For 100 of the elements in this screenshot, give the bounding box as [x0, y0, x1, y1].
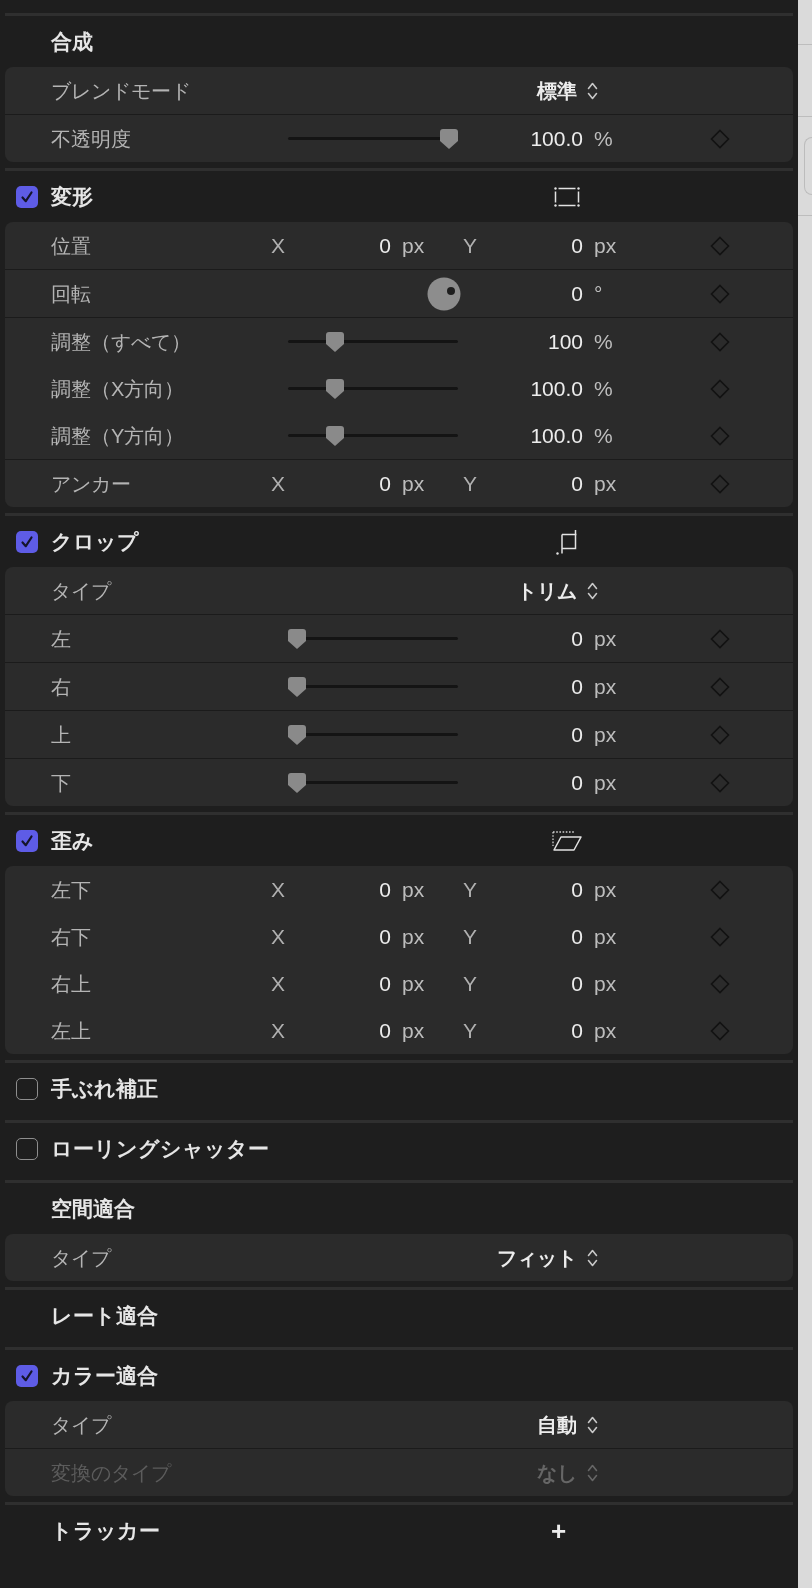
parameter-label: 右上 [51, 971, 92, 997]
value-field[interactable]: 0 [483, 1014, 583, 1047]
slider-track[interactable] [288, 772, 458, 793]
section-title: 変形 [51, 183, 94, 210]
checkbox[interactable] [16, 185, 38, 208]
parameter-label: タイプ [51, 1412, 113, 1438]
value-field[interactable]: 0 [458, 766, 583, 799]
value-field[interactable]: 100.0 [458, 122, 583, 155]
popup-button[interactable]: トリム [517, 575, 598, 606]
section-title: クロップ [51, 528, 140, 555]
unit-label: px [594, 970, 618, 997]
checkbox[interactable] [16, 530, 38, 553]
value-field[interactable]: 0 [291, 1014, 391, 1047]
checkmark-icon [20, 833, 34, 848]
unit-label: px [594, 673, 618, 700]
slider-thumb[interactable] [288, 628, 306, 649]
slider-thumb[interactable] [288, 724, 306, 745]
parallelogram-icon[interactable] [552, 829, 582, 852]
axis-label: X [271, 923, 286, 950]
section-title: ローリングシャッター [51, 1135, 270, 1162]
slider-thumb[interactable] [440, 128, 458, 149]
unit-label: px [594, 1017, 618, 1044]
unit-label: px [402, 1017, 426, 1044]
unit-label: % [594, 328, 614, 355]
chevron-up-down-icon [587, 1414, 598, 1435]
axis-label: X [271, 232, 286, 259]
checkmark-icon [20, 1368, 34, 1383]
unit-label: px [402, 923, 426, 950]
parameter-label: 右下 [51, 924, 92, 950]
parameter-label: アンカー [51, 471, 132, 497]
value-field[interactable]: 0 [458, 670, 583, 703]
section-title: 合成 [51, 28, 94, 55]
crop-icon[interactable] [555, 528, 579, 555]
value-field[interactable]: 0 [458, 622, 583, 655]
value-field[interactable]: 0 [291, 920, 391, 953]
slider-track[interactable] [288, 676, 458, 697]
checkbox[interactable] [16, 829, 38, 852]
unit-label: px [402, 232, 426, 259]
unit-label: px [594, 625, 618, 652]
slider-thumb[interactable] [288, 772, 306, 793]
parameter-label: タイプ [51, 1245, 113, 1271]
value-field[interactable]: 0 [291, 229, 391, 262]
unit-label: px [594, 923, 618, 950]
unit-label: % [594, 375, 614, 402]
value-field[interactable]: 0 [291, 467, 391, 500]
unit-label: % [594, 125, 614, 152]
value-field[interactable]: 100 [458, 325, 583, 358]
rotation-dial[interactable] [427, 276, 461, 311]
slider-track[interactable] [288, 425, 458, 446]
checkbox[interactable] [16, 1364, 38, 1387]
parameter-label: 左下 [51, 877, 92, 903]
axis-label: Y [463, 876, 478, 903]
popup-button[interactable]: 標準 [537, 75, 598, 106]
value-field[interactable]: 0 [291, 873, 391, 906]
axis-label: Y [463, 1017, 478, 1044]
chevron-up-down-icon [587, 580, 598, 601]
popup-button[interactable]: フィット [497, 1242, 598, 1273]
unit-label: px [594, 721, 618, 748]
checkbox[interactable] [16, 1137, 38, 1160]
checkmark-icon [20, 534, 34, 549]
section-title: 手ぶれ補正 [51, 1075, 159, 1102]
parameter-label: タイプ [51, 578, 113, 604]
parameter-label: 右 [51, 674, 72, 700]
section-title: 歪み [51, 827, 95, 854]
slider-track[interactable] [288, 128, 458, 149]
parameter-label: 上 [51, 722, 72, 748]
slider-track[interactable] [288, 378, 458, 399]
value-field[interactable]: 100.0 [458, 419, 583, 452]
slider-track[interactable] [288, 331, 458, 352]
parameter-label: 回転 [51, 281, 92, 307]
axis-label: X [271, 876, 286, 903]
slider-thumb[interactable] [288, 676, 306, 697]
axis-label: Y [463, 232, 478, 259]
unit-label: px [594, 769, 618, 796]
value-field[interactable]: 0 [483, 467, 583, 500]
unit-label: px [594, 876, 618, 903]
axis-label: X [271, 1017, 286, 1044]
add-button[interactable]: + [551, 1517, 567, 1544]
axis-label: Y [463, 923, 478, 950]
value-field[interactable]: 0 [483, 229, 583, 262]
slider-thumb[interactable] [326, 378, 344, 399]
corner-dotted-rectangle-icon[interactable] [554, 186, 580, 207]
value-field[interactable]: 100.0 [458, 372, 583, 405]
value-field[interactable]: 0 [483, 920, 583, 953]
checkbox[interactable] [16, 1077, 38, 1100]
section-title: トラッカー [51, 1517, 161, 1544]
slider-track[interactable] [288, 724, 458, 745]
chevron-up-down-icon [587, 1247, 598, 1268]
unit-label: px [594, 470, 618, 497]
value-field[interactable]: 0 [458, 277, 583, 310]
value-field[interactable]: 0 [483, 873, 583, 906]
popup-button[interactable]: 自動 [537, 1409, 598, 1440]
slider-thumb[interactable] [326, 425, 344, 446]
parameter-label: 調整（X方向） [51, 376, 186, 402]
parameter-label: 位置 [51, 233, 92, 259]
value-field[interactable]: 0 [483, 967, 583, 1000]
value-field[interactable]: 0 [291, 967, 391, 1000]
value-field[interactable]: 0 [458, 718, 583, 751]
slider-thumb[interactable] [326, 331, 344, 352]
slider-track[interactable] [288, 628, 458, 649]
